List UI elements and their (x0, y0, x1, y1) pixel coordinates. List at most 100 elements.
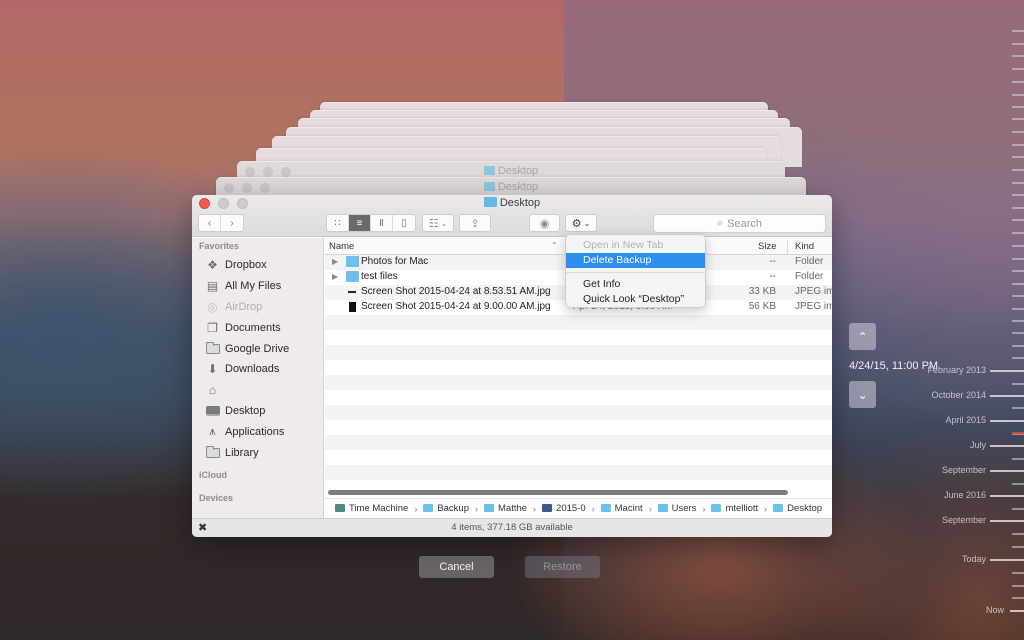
timeline-tick[interactable] (1012, 458, 1024, 460)
path-segment[interactable]: Desktop (773, 503, 822, 514)
timeline-tick[interactable] (1012, 194, 1024, 196)
timeline-tick[interactable] (990, 559, 1024, 561)
cover-flow-button[interactable]: ▯ (393, 215, 415, 231)
timeline-tick[interactable] (1012, 55, 1024, 57)
sidebar-item-documents[interactable]: ❐ Documents (192, 317, 323, 338)
arrange-button[interactable]: ☷ ⌄ (422, 214, 454, 232)
timeline-tick[interactable] (1012, 357, 1024, 359)
timeline-tick[interactable] (1012, 597, 1024, 599)
forward-button[interactable]: › (221, 215, 243, 231)
sidebar-item-desktop[interactable]: Desktop (192, 401, 323, 422)
icon-view-button[interactable]: ∷ (327, 215, 349, 231)
restore-button[interactable]: Restore (525, 556, 600, 578)
timeline-tick[interactable] (1012, 182, 1024, 184)
timeline-tick[interactable] (1012, 320, 1024, 322)
timeline-tick[interactable] (1012, 546, 1024, 548)
timeline-current-marker[interactable] (1012, 432, 1024, 434)
timeline-tick[interactable] (1010, 610, 1024, 612)
timeline-tick[interactable] (1012, 156, 1024, 158)
path-segment[interactable]: 2015-0 (542, 503, 586, 514)
path-segment[interactable]: Backup (423, 503, 469, 514)
timeline-tick[interactable] (1012, 207, 1024, 209)
backup-timeline[interactable]: February 2013 October 2014 April 2015 July S… (914, 0, 1024, 640)
column-kind[interactable]: Kind (795, 241, 814, 252)
timeline-tick[interactable] (1012, 131, 1024, 133)
list-view-button[interactable]: ≡ (349, 215, 371, 231)
path-segment[interactable]: mtelliott (711, 503, 758, 514)
search-field[interactable]: ⌕ Search (653, 214, 826, 233)
column-name[interactable]: Name (329, 241, 354, 252)
timeline-label[interactable]: September (942, 515, 986, 525)
timeline-tick[interactable] (1012, 283, 1024, 285)
timeline-tick[interactable] (1012, 533, 1024, 535)
sidebar-toggle-icon[interactable]: ✖ (198, 519, 207, 537)
menu-item-delete-backup[interactable]: Delete Backup (566, 253, 705, 268)
timeline-tick[interactable] (990, 470, 1024, 472)
timeline-tick[interactable] (1012, 219, 1024, 221)
timeline-tick[interactable] (990, 495, 1024, 497)
path-segment[interactable]: Matthe (484, 503, 527, 514)
timeline-tick[interactable] (1012, 232, 1024, 234)
timeline-tick[interactable] (1012, 572, 1024, 574)
sidebar-item-airdrop[interactable]: ◎ AirDrop (192, 297, 323, 318)
timeline-tick[interactable] (1012, 106, 1024, 108)
timeline-tick[interactable] (1012, 383, 1024, 385)
share-button[interactable]: ⇪ (459, 214, 491, 232)
timeline-tick[interactable] (1012, 332, 1024, 334)
timeline-tick[interactable] (1012, 345, 1024, 347)
timeline-tick[interactable] (1012, 508, 1024, 510)
timeline-tick[interactable] (990, 445, 1024, 447)
timeline-label[interactable]: July (970, 440, 986, 450)
timeline-label[interactable]: April 2015 (945, 415, 986, 425)
timeline-tick[interactable] (990, 370, 1024, 372)
back-button[interactable]: ‹ (199, 215, 221, 231)
timeline-label[interactable]: February 2013 (927, 365, 986, 375)
sidebar-item-home[interactable]: ⌂ (192, 380, 323, 401)
timeline-tick[interactable] (990, 395, 1024, 397)
cancel-button[interactable]: Cancel (419, 556, 494, 578)
timeline-label[interactable]: Now (986, 605, 1004, 615)
sidebar-item-library[interactable]: Library (192, 442, 323, 463)
horizontal-scrollbar[interactable] (328, 490, 788, 495)
timeline-label[interactable]: Today (962, 554, 986, 564)
timeline-tick[interactable] (1012, 245, 1024, 247)
timeline-tick[interactable] (1012, 144, 1024, 146)
menu-item-quick-look-desktop[interactable]: Quick Look “Desktop” (566, 292, 705, 307)
timeline-label[interactable]: September (942, 465, 986, 475)
timeline-tick[interactable] (1012, 295, 1024, 297)
quick-look-button[interactable]: ◉ (529, 214, 560, 232)
timeline-tick[interactable] (1012, 258, 1024, 260)
disclosure-triangle-icon[interactable]: ▶ (332, 257, 338, 266)
path-segment[interactable]: Users (657, 503, 696, 514)
sidebar-item-dropbox[interactable]: ❖ Dropbox (192, 255, 323, 276)
path-segment[interactable]: Time Machine (335, 503, 408, 514)
previous-backup-button[interactable]: ⌃ (849, 323, 876, 350)
path-segment[interactable]: Macint (600, 503, 643, 514)
timeline-tick[interactable] (1012, 169, 1024, 171)
timeline-tick[interactable] (1012, 68, 1024, 70)
timeline-tick[interactable] (1012, 30, 1024, 32)
sidebar-item-google-drive[interactable]: Google Drive (192, 338, 323, 359)
timeline-tick[interactable] (1012, 585, 1024, 587)
column-size[interactable]: Size (758, 241, 776, 252)
timeline-tick[interactable] (990, 520, 1024, 522)
column-view-button[interactable]: Ⅱ (371, 215, 393, 231)
timeline-tick[interactable] (1012, 94, 1024, 96)
timeline-tick[interactable] (1012, 483, 1024, 485)
timeline-tick[interactable] (1012, 43, 1024, 45)
next-backup-button[interactable]: ⌄ (849, 381, 876, 408)
timeline-tick[interactable] (990, 420, 1024, 422)
menu-item-get-info[interactable]: Get Info (566, 277, 705, 292)
disclosure-triangle-icon[interactable]: ▶ (332, 272, 338, 281)
timeline-tick[interactable] (1012, 407, 1024, 409)
timeline-tick[interactable] (1012, 308, 1024, 310)
timeline-label[interactable]: October 2014 (931, 390, 986, 400)
action-button[interactable]: ⚙ ⌄ (565, 214, 597, 232)
timeline-label[interactable]: June 2016 (944, 490, 986, 500)
sidebar-item-downloads[interactable]: ⬇ Downloads (192, 359, 323, 380)
timeline-tick[interactable] (1012, 270, 1024, 272)
sidebar-item-applications[interactable]: ⩚ Applications (192, 421, 323, 442)
timeline-tick[interactable] (1012, 118, 1024, 120)
sidebar-item-all-my-files[interactable]: ▤ All My Files (192, 276, 323, 297)
timeline-tick[interactable] (1012, 81, 1024, 83)
